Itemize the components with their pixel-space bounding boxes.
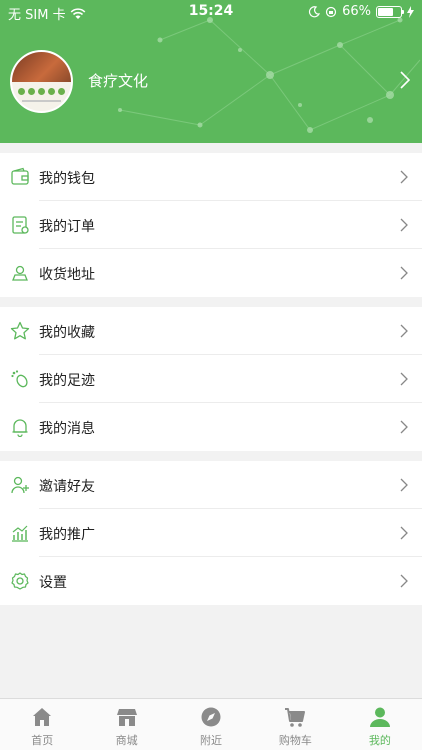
tab-store[interactable]: 商城	[84, 699, 168, 750]
compass-icon	[201, 707, 221, 727]
battery-percent: 66%	[342, 4, 371, 19]
address-icon	[12, 265, 28, 281]
menu-item-label: 我的收藏	[39, 325, 95, 341]
chevron-right-icon	[400, 324, 408, 338]
invite-icon	[11, 476, 29, 494]
menu-item-invite[interactable]: 邀请好友	[0, 461, 422, 509]
chevron-right-icon	[400, 478, 408, 492]
chevron-right-icon	[400, 526, 408, 540]
tab-bar: 首页 商城 附近 购物车 我的	[0, 698, 422, 750]
menu-item-label: 我的推广	[39, 527, 95, 543]
charging-icon	[407, 5, 414, 18]
chevron-right-icon	[400, 266, 408, 280]
tab-label: 首页	[31, 734, 54, 747]
menu-group-activity: 我的收藏 我的足迹 我的消息	[0, 307, 422, 451]
menu-item-messages[interactable]: 我的消息	[0, 403, 422, 451]
wallet-icon	[11, 167, 29, 185]
gear-icon	[11, 572, 29, 590]
tab-mine[interactable]: 我的	[338, 699, 422, 750]
tab-nearby[interactable]: 附近	[169, 699, 253, 750]
bell-icon	[12, 419, 28, 437]
menu-item-favorites[interactable]: 我的收藏	[0, 307, 422, 355]
tab-home[interactable]: 首页	[0, 699, 84, 750]
username: 食疗文化	[88, 72, 149, 90]
tab-label: 购物车	[278, 734, 312, 747]
chevron-right-icon	[400, 420, 408, 434]
menu-item-label: 设置	[39, 575, 67, 591]
star-icon	[10, 321, 30, 340]
menu-item-label: 收货地址	[39, 267, 95, 283]
chevron-right-icon	[400, 372, 408, 386]
menu-item-settings[interactable]: 设置	[0, 557, 422, 605]
battery-icon	[376, 5, 404, 18]
menu-item-promotion[interactable]: 我的推广	[0, 509, 422, 557]
tab-label: 商城	[115, 734, 138, 747]
store-icon	[116, 709, 137, 726]
menu-item-label: 我的足迹	[39, 373, 95, 389]
tab-cart[interactable]: 购物车	[253, 699, 337, 750]
chevron-right-icon	[400, 218, 408, 232]
chevron-right-icon	[400, 170, 408, 184]
tab-label: 附近	[200, 734, 223, 747]
chart-icon	[12, 525, 28, 542]
status-bar: 无 SIM 卡 15:24 66%	[0, 0, 422, 24]
moon-icon	[309, 5, 321, 17]
home-icon	[33, 708, 52, 726]
menu-group-account: 我的钱包 我的订单 收货地址	[0, 153, 422, 297]
rotation-lock-icon	[325, 6, 337, 17]
menu-item-orders[interactable]: 我的订单	[0, 201, 422, 249]
order-icon	[12, 216, 29, 234]
menu-item-label: 我的订单	[39, 219, 95, 235]
footprint-icon	[11, 370, 28, 388]
menu-item-label: 我的钱包	[39, 171, 95, 187]
menu-item-label: 邀请好友	[39, 479, 95, 495]
cart-icon	[285, 708, 306, 727]
user-icon	[369, 707, 390, 727]
menu-item-label: 我的消息	[39, 421, 95, 437]
avatar[interactable]	[10, 50, 73, 113]
tab-label: 我的	[368, 734, 391, 747]
chevron-right-icon[interactable]	[400, 71, 410, 89]
menu-group-more: 邀请好友 我的推广 设置	[0, 461, 422, 605]
menu-item-footprints[interactable]: 我的足迹	[0, 355, 422, 403]
menu-item-address[interactable]: 收货地址	[0, 249, 422, 297]
chevron-right-icon	[400, 574, 408, 588]
menu-item-wallet[interactable]: 我的钱包	[0, 153, 422, 201]
